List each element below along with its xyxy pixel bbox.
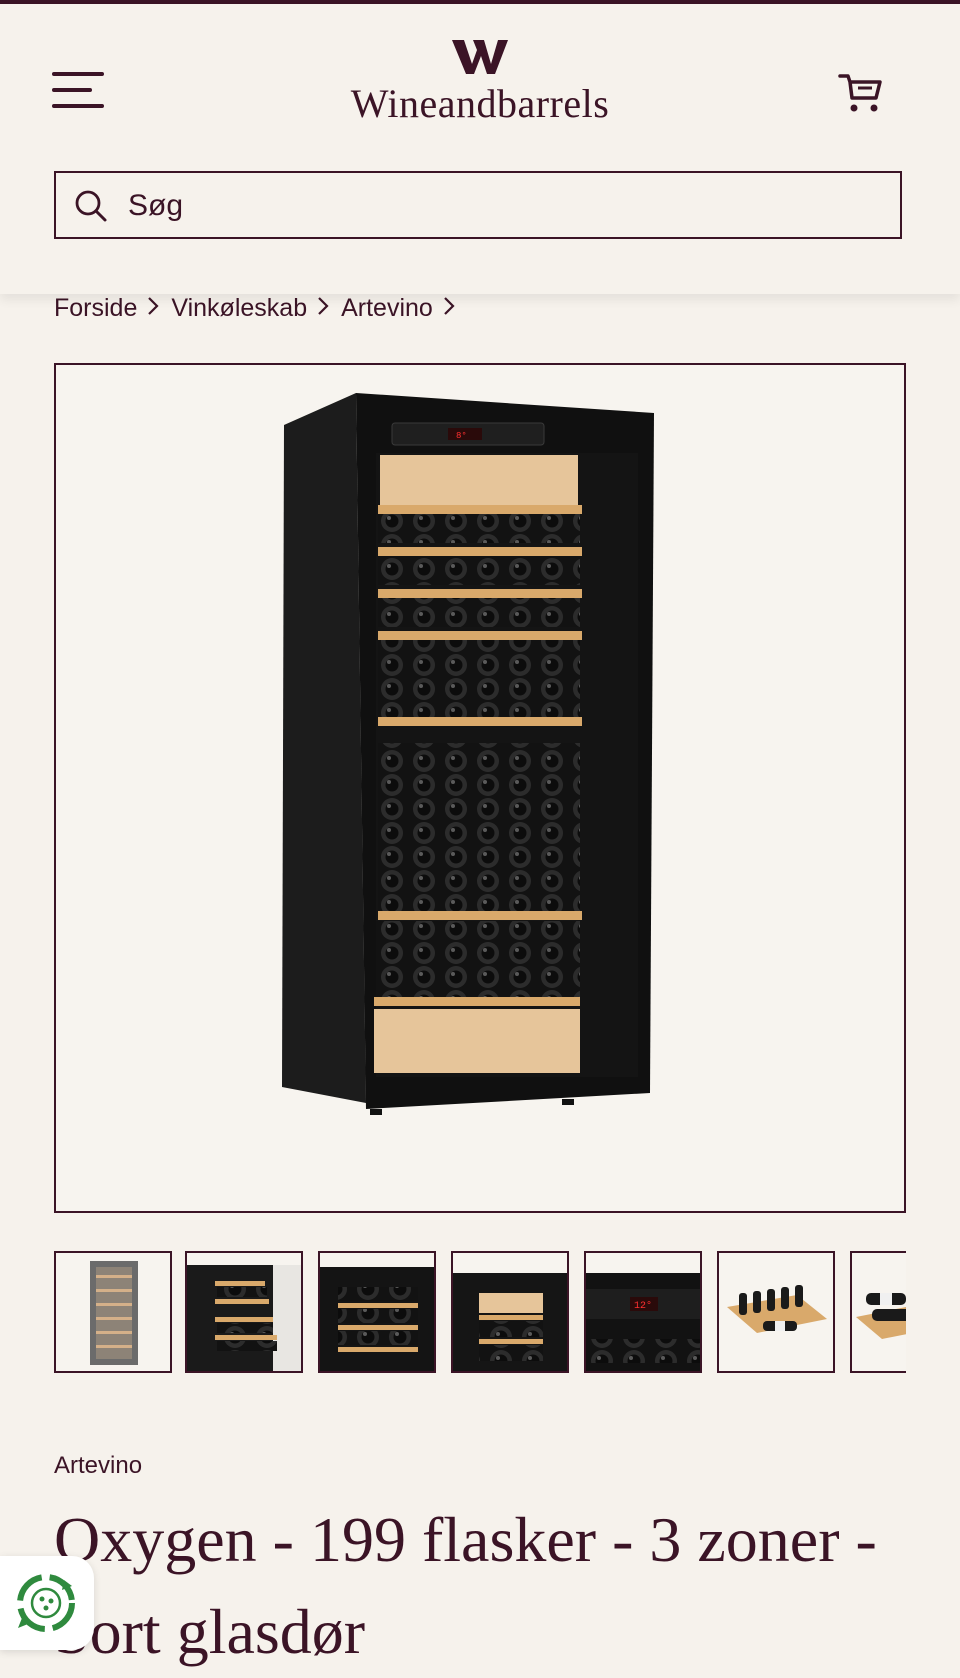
thumbnail-7[interactable] xyxy=(850,1251,906,1373)
hamburger-menu-icon xyxy=(52,72,104,76)
brand-name: Wineandbarrels xyxy=(350,81,610,126)
product-title: Oxygen - 199 flasker - 3 zoner - Sort gl… xyxy=(54,1504,877,1667)
svg-text:12°: 12° xyxy=(634,1300,652,1312)
breadcrumb-item-vinkoleskab[interactable]: Vinkøleskab xyxy=(171,294,307,323)
thumbnail-image xyxy=(90,1261,138,1365)
chevron-right-icon xyxy=(443,294,455,323)
thumbnail-image xyxy=(727,1285,827,1333)
recycle-icon xyxy=(17,1574,75,1632)
thumbnail-strip: 12° xyxy=(54,1251,906,1375)
wine-cabinet-image: 8° xyxy=(282,393,654,1115)
chevron-right-icon xyxy=(147,294,159,323)
chevron-right-icon xyxy=(317,294,329,323)
thumbnail-image xyxy=(187,1265,301,1371)
product-main-image[interactable]: 8° xyxy=(54,363,906,1213)
thumbnail-5[interactable]: 12° xyxy=(584,1251,702,1373)
thumbnail-4[interactable] xyxy=(451,1251,569,1373)
thumbnail-image xyxy=(453,1273,567,1371)
thumbnail-image: 12° xyxy=(586,1273,700,1371)
thumbnail-6[interactable] xyxy=(717,1251,835,1373)
site-header: Wineandbarrels xyxy=(0,4,960,294)
search-input[interactable] xyxy=(126,183,870,229)
hamburger-menu-line xyxy=(52,88,92,92)
product-brand[interactable]: Artevino xyxy=(54,1452,142,1480)
svg-text:8°: 8° xyxy=(456,431,467,441)
eco-badge-button[interactable] xyxy=(0,1556,94,1650)
search-bar[interactable] xyxy=(54,171,902,239)
thumbnail-image xyxy=(320,1267,434,1371)
shopping-cart-icon xyxy=(838,74,882,112)
thumbnail-image xyxy=(856,1293,906,1339)
thumbnail-1[interactable] xyxy=(54,1251,172,1373)
site-logo[interactable]: Wineandbarrels xyxy=(300,38,660,138)
breadcrumb-item-artevino[interactable]: Artevino xyxy=(341,294,433,323)
cart-button[interactable] xyxy=(836,68,888,120)
thumbnail-2[interactable] xyxy=(185,1251,303,1373)
breadcrumb: Forside Vinkøleskab Artevino xyxy=(54,290,467,326)
breadcrumb-item-forside[interactable]: Forside xyxy=(54,294,137,323)
menu-button[interactable] xyxy=(52,68,108,110)
thumbnail-3[interactable] xyxy=(318,1251,436,1373)
search-icon xyxy=(75,190,107,222)
hamburger-menu-line xyxy=(52,104,104,108)
logo-mark-icon xyxy=(452,40,508,74)
